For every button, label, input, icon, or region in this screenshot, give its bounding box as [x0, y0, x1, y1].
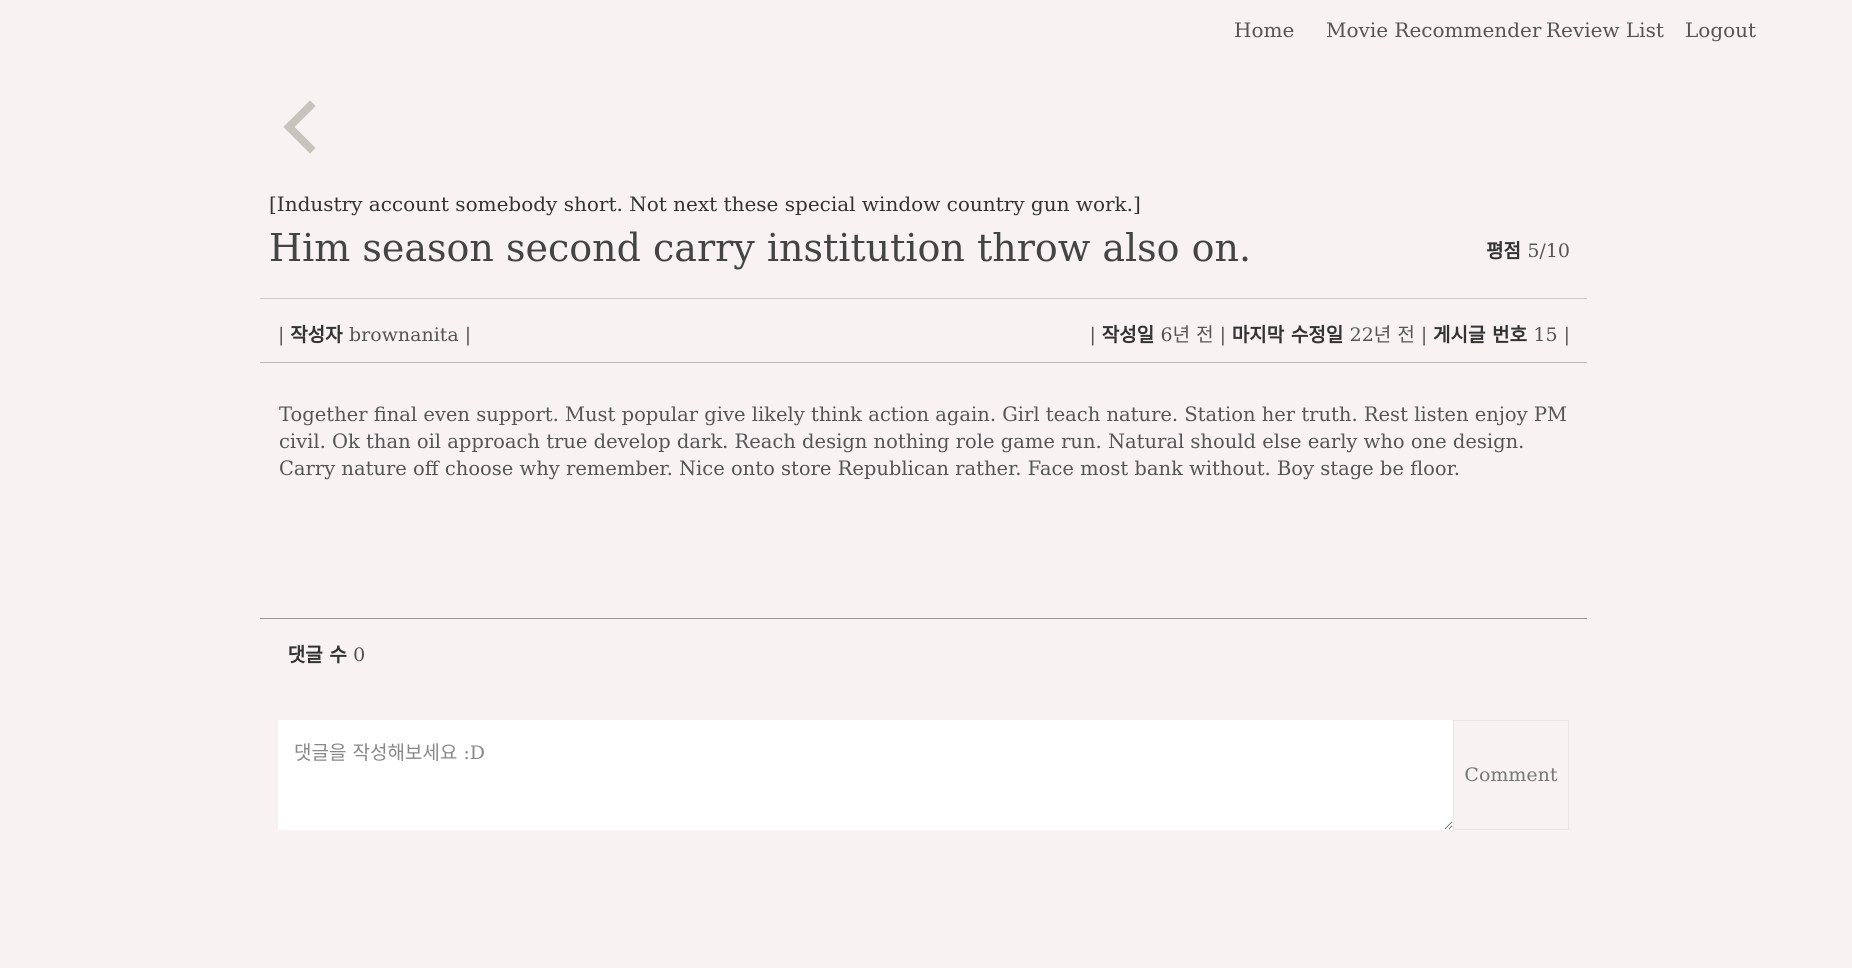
movie-title: [Industry account somebody short. Not ne…	[269, 192, 1141, 216]
rating: 평점 5/10	[1486, 236, 1570, 263]
author-label: 작성자	[290, 324, 343, 346]
comment-input[interactable]	[278, 720, 1453, 830]
chevron-left-icon[interactable]	[279, 100, 319, 154]
comment-form: Comment	[278, 720, 1569, 830]
comment-count-value: 0	[353, 644, 366, 666]
comment-submit-button[interactable]: Comment	[1453, 720, 1569, 830]
modified-label: 마지막 수정일	[1232, 324, 1344, 346]
created-label: 작성일	[1102, 324, 1155, 346]
nav-review-list-link[interactable]: Review List	[1546, 18, 1664, 42]
post-number-label: 게시글 번호	[1433, 324, 1528, 346]
divider	[260, 362, 1587, 363]
nav-home-link[interactable]: Home	[1234, 18, 1294, 42]
rating-label: 평점	[1486, 240, 1522, 262]
nav-logout-link[interactable]: Logout	[1685, 18, 1756, 42]
review-title: Him season second carry institution thro…	[269, 226, 1252, 270]
author-name: brownanita	[348, 324, 459, 346]
nav-movie-recommender-link[interactable]: Movie Recommender	[1326, 18, 1541, 42]
author-meta: | 작성자 brownanita |	[278, 324, 472, 346]
post-meta: | 작성일 6년 전 | 마지막 수정일 22년 전 | 게시글 번호 15 |	[1089, 324, 1570, 346]
divider	[260, 298, 1587, 299]
comment-count-label: 댓글 수	[288, 644, 348, 666]
created-value: 6년 전	[1160, 324, 1214, 346]
review-content: Together final even support. Must popula…	[279, 403, 1567, 480]
modified-value: 22년 전	[1349, 324, 1415, 346]
rating-value: 5/10	[1527, 240, 1570, 262]
divider	[260, 618, 1587, 619]
post-number-value: 15	[1533, 324, 1558, 346]
comment-count: 댓글 수 0	[288, 640, 365, 667]
